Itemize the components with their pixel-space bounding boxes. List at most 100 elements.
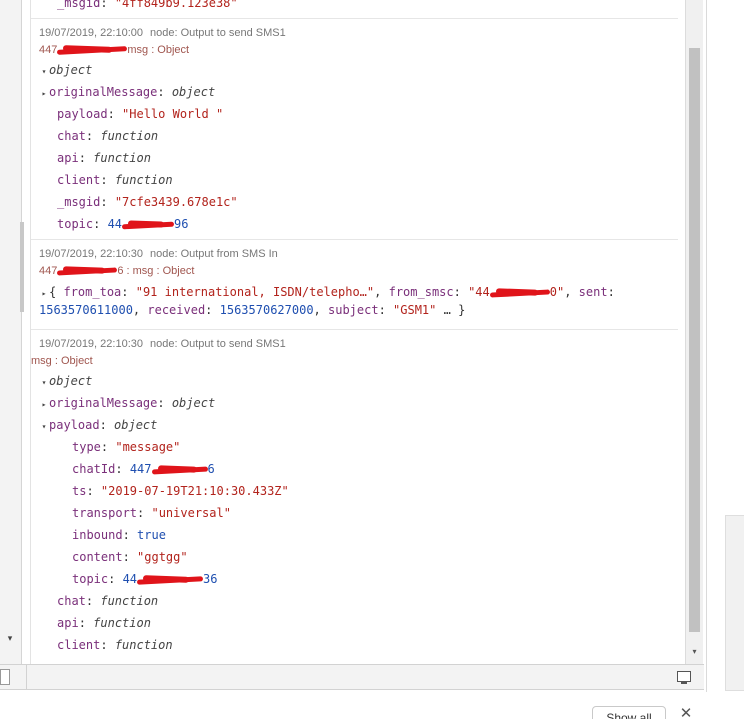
property-row: api: function bbox=[57, 151, 151, 165]
property-key: client bbox=[57, 638, 101, 652]
property-key: originalMessage bbox=[49, 396, 158, 410]
vertical-scrollbar[interactable]: ▾ bbox=[685, 0, 703, 664]
property-value-suffix: 96 bbox=[174, 217, 189, 231]
panel-icon[interactable] bbox=[0, 669, 10, 685]
topic-type: 6 : msg : Object bbox=[117, 265, 195, 277]
message-meta: 19/07/2019, 22:10:30 node: Output from SM… bbox=[39, 246, 678, 262]
monitor-icon[interactable] bbox=[677, 671, 691, 684]
property-row[interactable]: ▾ payload: object bbox=[39, 414, 678, 436]
scroll-down-arrow-icon[interactable]: ▾ bbox=[4, 632, 16, 644]
footer-divider bbox=[26, 665, 27, 689]
property-value: object bbox=[171, 85, 216, 99]
show-all-button[interactable]: Show all bbox=[592, 706, 666, 719]
property-key: _msgid bbox=[57, 195, 101, 209]
property-value: "2019-07-19T21:10:30.433Z" bbox=[100, 484, 289, 498]
message-summary-row[interactable]: ▸{ from_toa: "91 international, ISDN/tel… bbox=[39, 280, 678, 325]
topic-type: msg : Object bbox=[127, 44, 190, 56]
property-row: topic: 44 36 bbox=[72, 572, 218, 586]
left-gutter bbox=[0, 0, 22, 688]
property-row[interactable]: ▸ originalMessage: object bbox=[39, 81, 678, 103]
object-root-row[interactable]: ▾ object bbox=[39, 370, 678, 392]
root-type: object bbox=[49, 63, 93, 77]
summary-value: 1563570611000 bbox=[39, 303, 133, 317]
close-icon[interactable]: ✕ bbox=[679, 706, 693, 719]
caret-right-icon[interactable]: ▸ bbox=[39, 83, 49, 105]
property-key: type bbox=[72, 440, 101, 454]
debug-message: _msgid: "4ff849b9.123e38" bbox=[31, 0, 678, 19]
caret-down-icon[interactable]: ▾ bbox=[39, 372, 49, 394]
property-row: type: "message" bbox=[72, 440, 181, 454]
topic-prefix: 447 bbox=[39, 44, 58, 56]
property-key: ts bbox=[72, 484, 87, 498]
message-meta: 19/07/2019, 22:10:00 node: Output to send… bbox=[39, 25, 678, 41]
scrollbar-thumb[interactable] bbox=[689, 48, 700, 632]
summary-value: "91 international, ISDN/telepho…" bbox=[135, 285, 375, 299]
redaction-mark bbox=[57, 45, 127, 55]
message-timestamp: 19/07/2019, 22:10:30 bbox=[39, 338, 143, 350]
summary-key: received bbox=[147, 303, 206, 317]
caret-down-icon[interactable]: ▾ bbox=[39, 61, 49, 83]
message-topic: msg : Object bbox=[31, 352, 678, 370]
topic-prefix: 447 bbox=[39, 265, 58, 277]
summary-key: from_toa bbox=[63, 285, 122, 299]
property-row: client: function bbox=[57, 638, 173, 652]
caret-right-icon[interactable]: ▸ bbox=[39, 394, 49, 416]
property-row: ts: "2019-07-19T21:10:30.433Z" bbox=[72, 484, 289, 498]
property-row: topic: 44 96 bbox=[57, 217, 189, 231]
property-value: true bbox=[137, 528, 166, 542]
summary-value-prefix: "44 bbox=[468, 285, 490, 299]
message-topic: 447 msg : Object bbox=[39, 41, 678, 59]
property-key: topic bbox=[72, 572, 109, 586]
property-value: "universal" bbox=[151, 506, 231, 520]
property-value-suffix: 36 bbox=[203, 572, 218, 586]
property-row: client: function bbox=[57, 173, 173, 187]
property-value-prefix: 447 bbox=[129, 462, 152, 476]
debug-message: 19/07/2019, 22:10:00 node: Output to send… bbox=[31, 19, 678, 240]
summary-key: subject bbox=[328, 303, 379, 317]
property-key: api bbox=[57, 616, 79, 630]
message-timestamp: 19/07/2019, 22:10:00 bbox=[39, 27, 143, 39]
object-root-row[interactable]: ▾ object bbox=[39, 59, 678, 81]
property-key: payload bbox=[49, 418, 100, 432]
left-scrollbar-thumb[interactable] bbox=[20, 222, 24, 312]
property-value: "Hello World " bbox=[122, 107, 224, 121]
property-row: content: "ggtgg" bbox=[72, 550, 188, 564]
property-value: function bbox=[93, 151, 151, 165]
property-key: content bbox=[72, 550, 123, 564]
property-value: function bbox=[93, 616, 151, 630]
message-node[interactable]: node: Output to send SMS1 bbox=[150, 27, 286, 39]
property-key: _msgid bbox=[57, 0, 101, 10]
property-key: chat bbox=[57, 129, 86, 143]
property-value: "7cfe3439.678e1c" bbox=[114, 195, 238, 209]
brace-open: { bbox=[49, 285, 57, 299]
property-key: topic bbox=[57, 217, 94, 231]
summary-key: from_smsc bbox=[388, 285, 454, 299]
redaction-mark bbox=[152, 465, 208, 475]
scroll-down-arrow-icon[interactable]: ▾ bbox=[689, 646, 700, 658]
property-row[interactable]: ▸ originalMessage: object bbox=[39, 392, 678, 414]
caret-down-icon[interactable]: ▾ bbox=[39, 416, 49, 438]
property-value: function bbox=[114, 638, 173, 652]
message-node[interactable]: node: Output to send SMS1 bbox=[150, 338, 286, 350]
caret-right-icon[interactable]: ▸ bbox=[39, 285, 49, 302]
summary-key: sent bbox=[578, 285, 608, 299]
property-row: chatId: 447 6 bbox=[72, 462, 215, 476]
summary-value-suffix: 0" bbox=[549, 285, 565, 299]
message-node[interactable]: node: Output from SMS In bbox=[150, 248, 278, 260]
property-key: payload bbox=[57, 107, 108, 121]
property-row: inbound: true bbox=[72, 528, 166, 542]
property-value-prefix: 44 bbox=[122, 572, 138, 586]
property-key: chat bbox=[57, 594, 86, 608]
message-timestamp: 19/07/2019, 22:10:30 bbox=[39, 248, 143, 260]
property-value: "ggtgg" bbox=[137, 550, 188, 564]
property-key: client bbox=[57, 173, 101, 187]
summary-value: 1563570627000 bbox=[219, 303, 314, 317]
property-key: originalMessage bbox=[49, 85, 158, 99]
property-value: function bbox=[100, 594, 159, 608]
debug-message: 19/07/2019, 22:10:30 node: Output to send… bbox=[31, 330, 678, 660]
property-key: api bbox=[57, 151, 79, 165]
brace-close: … } bbox=[443, 303, 466, 317]
property-value: "message" bbox=[115, 440, 181, 454]
root-type: object bbox=[49, 374, 93, 388]
property-value: object bbox=[171, 396, 216, 410]
